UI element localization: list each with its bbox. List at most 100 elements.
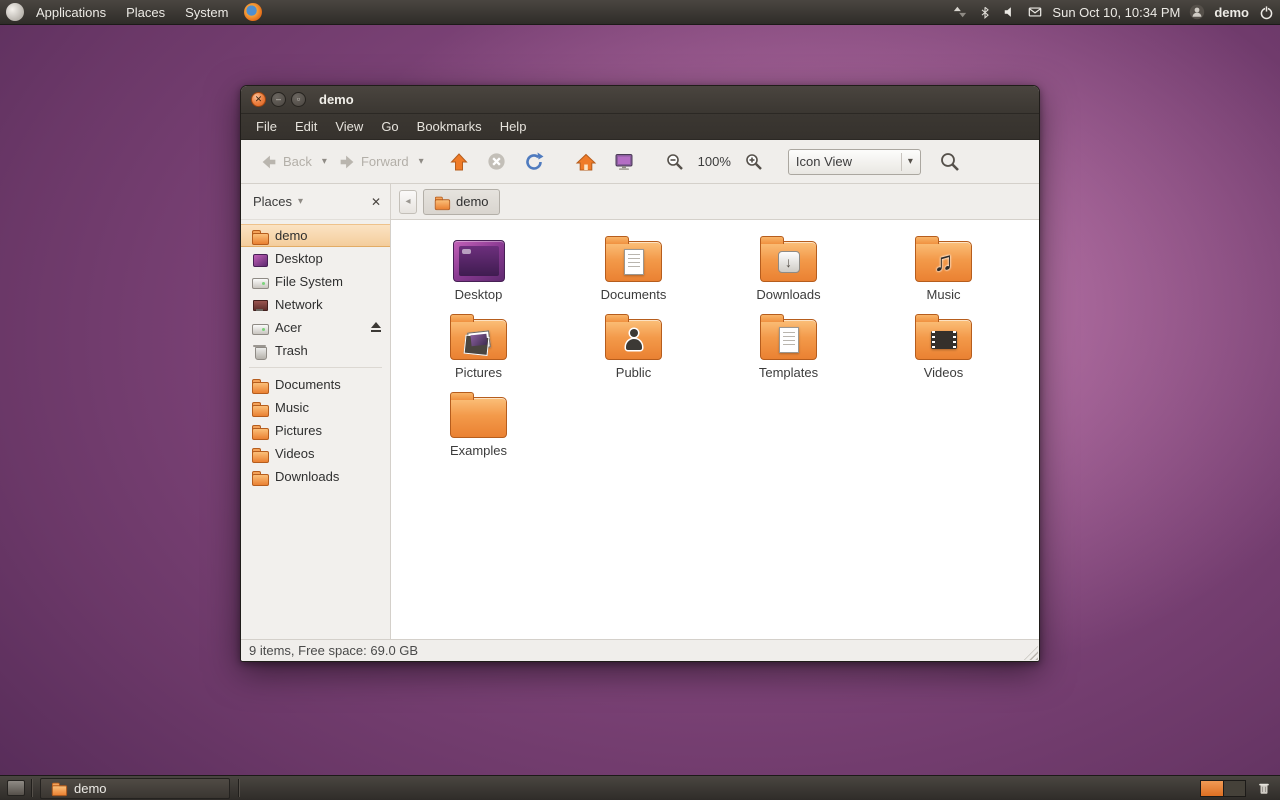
refresh-button[interactable] bbox=[517, 147, 551, 177]
file-item-pictures[interactable]: Pictures bbox=[404, 312, 554, 390]
window-minimize-button[interactable]: – bbox=[271, 92, 286, 107]
file-item-music[interactable]: Music bbox=[869, 234, 1019, 312]
zoom-out-button[interactable] bbox=[659, 148, 691, 176]
folder-icon bbox=[252, 423, 268, 439]
sidebar-pane-caret-icon[interactable] bbox=[298, 196, 303, 207]
folder-icon bbox=[435, 194, 449, 208]
file-view-pane: demo Desktop Documents Downloads bbox=[391, 184, 1039, 639]
folder-icon bbox=[450, 397, 507, 438]
sidebar-close-icon[interactable] bbox=[371, 195, 381, 209]
bluetooth-icon[interactable] bbox=[977, 4, 993, 20]
file-item-documents[interactable]: Documents bbox=[559, 234, 709, 312]
zoom-level-label[interactable]: 100% bbox=[695, 154, 734, 169]
network-traffic-icon[interactable] bbox=[952, 4, 968, 20]
icon-view[interactable]: Desktop Documents Downloads Music Pictur… bbox=[391, 220, 1039, 639]
menu-system[interactable]: System bbox=[177, 0, 236, 24]
menu-bookmarks[interactable]: Bookmarks bbox=[408, 114, 491, 139]
forward-button[interactable]: Forward bbox=[331, 148, 415, 176]
file-item-videos[interactable]: Videos bbox=[869, 312, 1019, 390]
statusbar: 9 items, Free space: 69.0 GB bbox=[241, 639, 1039, 661]
workspace-1[interactable] bbox=[1201, 781, 1223, 796]
menu-places[interactable]: Places bbox=[118, 0, 173, 24]
sidebar-item-videos[interactable]: Videos bbox=[241, 442, 390, 465]
file-item-downloads[interactable]: Downloads bbox=[714, 234, 864, 312]
workspace-2[interactable] bbox=[1223, 781, 1245, 796]
back-history-caret[interactable] bbox=[322, 156, 327, 167]
search-button[interactable] bbox=[933, 147, 967, 177]
clock-label[interactable]: Sun Oct 10, 10:34 PM bbox=[1052, 5, 1180, 20]
menu-file[interactable]: File bbox=[247, 114, 286, 139]
public-emblem-icon bbox=[622, 328, 646, 352]
sidebar-item-demo[interactable]: demo bbox=[241, 224, 390, 247]
forward-history-caret[interactable] bbox=[419, 156, 424, 167]
folder-icon bbox=[252, 228, 268, 244]
videos-emblem-icon bbox=[931, 331, 957, 349]
file-item-templates[interactable]: Templates bbox=[714, 312, 864, 390]
sidebar-item-music[interactable]: Music bbox=[241, 396, 390, 419]
firefox-launcher-icon[interactable] bbox=[244, 3, 262, 21]
file-item-desktop[interactable]: Desktop bbox=[404, 234, 554, 312]
computer-icon bbox=[613, 151, 635, 173]
sidebar-item-desktop[interactable]: Desktop bbox=[241, 247, 390, 270]
user-menu-label[interactable]: demo bbox=[1214, 5, 1249, 20]
document-emblem-icon bbox=[624, 249, 644, 275]
window-titlebar[interactable]: ✕ – ▫ demo bbox=[241, 86, 1039, 114]
pictures-emblem-icon bbox=[467, 330, 491, 349]
sidebar-item-file-system[interactable]: File System bbox=[241, 270, 390, 293]
eject-icon[interactable] bbox=[369, 322, 382, 333]
taskbar-item-demo[interactable]: demo bbox=[40, 778, 230, 799]
show-desktop-button[interactable] bbox=[7, 780, 25, 796]
desktop-icon bbox=[252, 251, 268, 267]
sidebar-item-network[interactable]: Network bbox=[241, 293, 390, 316]
home-icon bbox=[575, 151, 597, 173]
music-emblem-icon bbox=[933, 246, 953, 277]
folder-icon bbox=[252, 377, 268, 393]
file-item-examples[interactable]: Examples bbox=[404, 390, 554, 468]
zoom-in-icon bbox=[744, 152, 764, 172]
menu-go[interactable]: Go bbox=[372, 114, 407, 139]
sidebar-item-downloads[interactable]: Downloads bbox=[241, 465, 390, 488]
computer-button[interactable] bbox=[607, 147, 641, 177]
up-button[interactable] bbox=[442, 147, 476, 177]
places-sidebar: Places demo Desktop File System bbox=[241, 184, 391, 639]
home-button[interactable] bbox=[569, 147, 603, 177]
drive-icon bbox=[252, 320, 268, 336]
download-emblem-icon bbox=[778, 251, 800, 273]
folder-icon bbox=[915, 319, 972, 360]
trash-applet-icon[interactable] bbox=[1256, 780, 1272, 796]
distributor-logo-icon[interactable] bbox=[6, 3, 24, 21]
folder-icon bbox=[915, 241, 972, 282]
sidebar-item-trash[interactable]: Trash bbox=[241, 339, 390, 362]
zoom-in-button[interactable] bbox=[738, 148, 770, 176]
menu-view[interactable]: View bbox=[326, 114, 372, 139]
mail-indicator-icon[interactable] bbox=[1027, 4, 1043, 20]
menu-edit[interactable]: Edit bbox=[286, 114, 326, 139]
menu-help[interactable]: Help bbox=[491, 114, 536, 139]
trash-icon bbox=[252, 343, 268, 359]
top-panel: Applications Places System Sun Oct 10, 1… bbox=[0, 0, 1280, 25]
sidebar-item-acer[interactable]: Acer bbox=[241, 316, 390, 339]
sidebar-pane-select[interactable]: Places bbox=[253, 194, 292, 209]
sidebar-item-pictures[interactable]: Pictures bbox=[241, 419, 390, 442]
file-item-public[interactable]: Public bbox=[559, 312, 709, 390]
folder-icon bbox=[760, 241, 817, 282]
power-icon[interactable] bbox=[1258, 4, 1274, 20]
back-button[interactable]: Back bbox=[253, 148, 318, 176]
view-mode-select[interactable]: Icon View bbox=[788, 149, 921, 175]
forward-arrow-icon bbox=[337, 152, 357, 172]
resize-grip[interactable] bbox=[1024, 646, 1038, 660]
sidebar-item-documents[interactable]: Documents bbox=[241, 373, 390, 396]
breadcrumb-demo[interactable]: demo bbox=[423, 189, 500, 215]
panel-separator bbox=[238, 779, 239, 797]
stop-button[interactable] bbox=[480, 147, 513, 176]
breadcrumb-scroll-left-button[interactable] bbox=[399, 190, 417, 214]
workspace-switcher[interactable] bbox=[1200, 780, 1246, 797]
search-icon bbox=[939, 151, 961, 173]
user-menu-icon[interactable] bbox=[1189, 4, 1205, 20]
menu-applications[interactable]: Applications bbox=[28, 0, 114, 24]
window-close-button[interactable]: ✕ bbox=[251, 92, 266, 107]
volume-icon[interactable] bbox=[1002, 4, 1018, 20]
bottom-panel: demo bbox=[0, 775, 1280, 800]
folder-icon bbox=[760, 319, 817, 360]
window-maximize-button[interactable]: ▫ bbox=[291, 92, 306, 107]
